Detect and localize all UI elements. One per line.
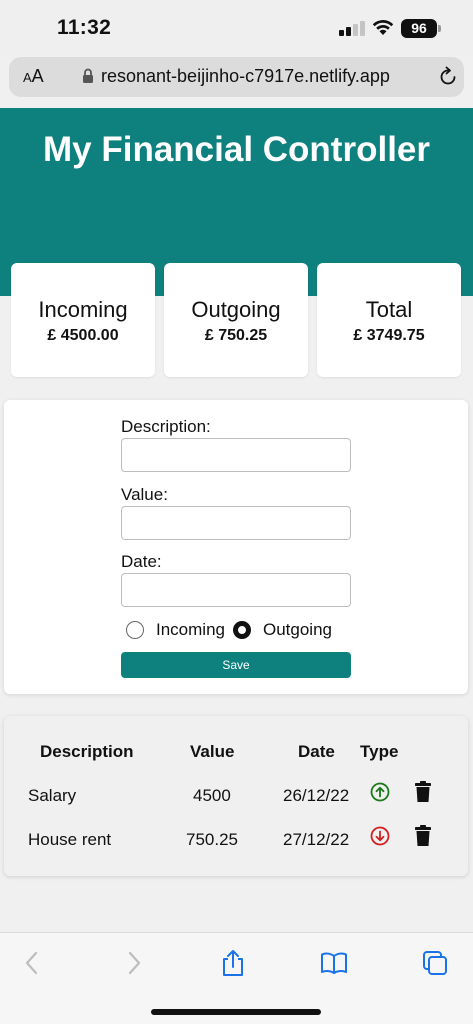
total-label: Total [365, 297, 413, 322]
outgoing-summary-card: Outgoing £ 750.25 [164, 263, 308, 377]
cellular-signal-icon [339, 20, 365, 36]
row-1-date: 26/12/22 [283, 786, 350, 805]
status-bar: 11:32 96 [0, 0, 473, 56]
page-title: My Financial Controller [43, 130, 430, 169]
total-summary-card: Total £ 3749.75 [317, 263, 461, 377]
lock-icon [83, 68, 93, 83]
row-1-description: Salary [28, 786, 77, 805]
description-input[interactable] [121, 438, 351, 472]
transactions-table: Description Value Date Type Salary 4500 … [4, 716, 468, 876]
total-amount: £ 3749.75 [353, 327, 425, 344]
status-time: 11:32 [57, 16, 112, 39]
value-input[interactable] [121, 506, 351, 540]
arrow-down-circle-icon [370, 826, 390, 846]
incoming-radio-label[interactable]: Incoming [156, 620, 225, 640]
outgoing-radio[interactable] [233, 621, 251, 639]
outgoing-label: Outgoing [191, 297, 281, 322]
value-label: Value: [121, 485, 168, 504]
wifi-icon [372, 20, 394, 35]
incoming-radio[interactable] [126, 621, 144, 639]
reload-icon[interactable] [437, 66, 459, 88]
row-2-date: 27/12/22 [283, 830, 350, 849]
incoming-summary-card: Incoming £ 4500.00 [11, 263, 155, 377]
incoming-amount: £ 4500.00 [47, 327, 119, 344]
header-description: Description [40, 742, 134, 761]
url-text[interactable]: resonant-beijinho-c7917e.netlify.app [101, 66, 390, 87]
outgoing-amount: £ 750.25 [204, 327, 268, 344]
share-icon[interactable] [219, 949, 247, 977]
row-2-description: House rent [28, 830, 112, 849]
tabs-icon[interactable] [421, 949, 449, 977]
arrow-up-circle-icon [370, 782, 390, 802]
transaction-form: Description: Value: Date: Incoming Outgo… [4, 400, 468, 694]
row-2-value: 750.25 [186, 830, 238, 849]
forward-icon[interactable] [120, 949, 148, 977]
header-date: Date [298, 742, 335, 761]
delete-row-2-icon[interactable] [414, 825, 432, 847]
address-bar[interactable]: AA resonant-beijinho-c7917e.netlify.app [9, 57, 464, 97]
outgoing-radio-label[interactable]: Outgoing [263, 620, 332, 640]
save-button[interactable]: Save [121, 652, 351, 678]
delete-row-1-icon[interactable] [414, 781, 432, 803]
bookmarks-icon[interactable] [320, 949, 348, 977]
row-1-value: 4500 [193, 786, 231, 805]
date-label: Date: [121, 552, 162, 571]
incoming-label: Incoming [38, 297, 128, 322]
header-value: Value [190, 742, 235, 761]
battery-indicator: 96 [401, 19, 441, 38]
header-type: Type [360, 742, 399, 761]
home-indicator [151, 1009, 321, 1015]
description-label: Description: [121, 417, 211, 436]
back-icon[interactable] [18, 949, 46, 977]
reader-options-button[interactable]: AA [23, 66, 44, 87]
date-input[interactable] [121, 573, 351, 607]
